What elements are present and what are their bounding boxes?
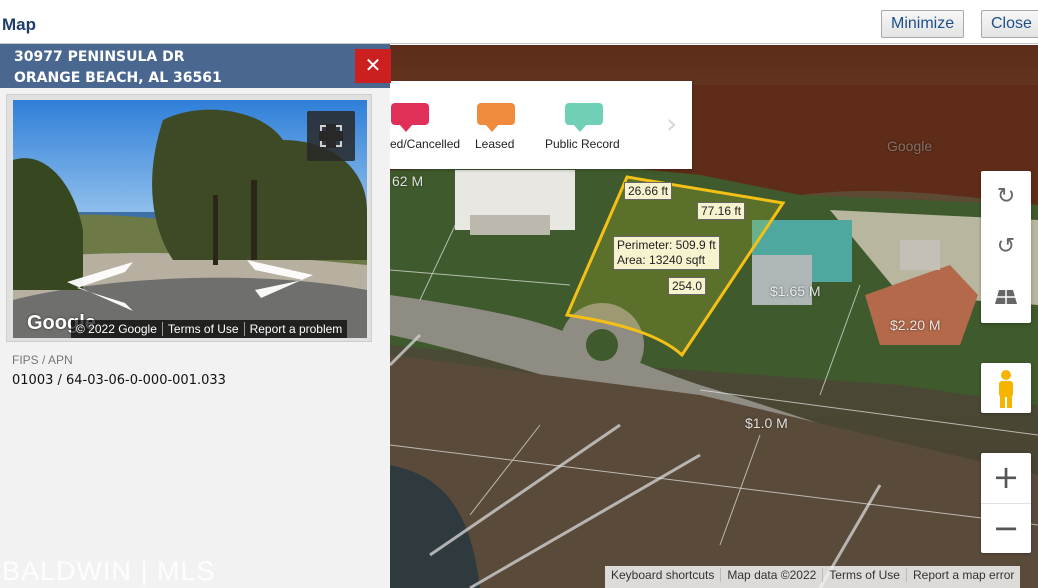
window-title: Map <box>2 15 36 34</box>
report-map-error-link[interactable]: Report a map error <box>907 568 1020 582</box>
terms-link[interactable]: Terms of Use <box>162 322 245 336</box>
legend-label: Public Record <box>545 137 620 151</box>
terms-link[interactable]: Terms of Use <box>823 568 907 582</box>
address-line-2: ORANGE BEACH, AL 36561 <box>14 70 222 86</box>
chevron-right-icon[interactable]: › <box>666 107 677 140</box>
rotate-counterclockwise-icon[interactable]: ↺ <box>981 223 1031 271</box>
fullscreen-icon[interactable] <box>307 111 355 161</box>
property-panel: 30977 PENINSULA DR ORANGE BEACH, AL 3656… <box>0 44 391 588</box>
report-problem-link[interactable]: Report a problem <box>245 322 348 336</box>
minimize-button[interactable]: Minimize <box>881 10 965 38</box>
edge-measure: 26.66 ft <box>624 182 673 200</box>
legend-label: Leased <box>475 137 515 151</box>
legend-marker-public-record <box>565 103 603 132</box>
rotate-tilt-controls: ↻ ↺ <box>981 171 1031 323</box>
status-legend: ed/Cancelled Leased Public Record › <box>390 81 692 169</box>
edge-measure: 77.16 ft <box>697 202 746 220</box>
legend-label: ed/Cancelled <box>390 137 461 151</box>
streetview-image[interactable]: Google © 2022 Google Terms of Use Report a… <box>13 100 367 338</box>
map-data-text: Map data ©2022 <box>721 568 824 582</box>
close-button[interactable]: Close <box>981 10 1038 38</box>
close-icon[interactable]: ✕ <box>355 49 391 83</box>
property-address: 30977 PENINSULA DR ORANGE BEACH, AL 3656… <box>0 44 390 88</box>
legend-marker-cancelled <box>391 103 429 132</box>
area-text: Area: 13240 sqft <box>617 253 706 267</box>
price-label[interactable]: $2.20 M <box>890 317 941 333</box>
zoom-out-button[interactable]: − <box>981 503 1031 553</box>
tilt-icon[interactable] <box>981 273 1031 321</box>
price-label[interactable]: $1.0 M <box>745 415 788 431</box>
streetview-frame: Google © 2022 Google Terms of Use Report a… <box>6 94 372 342</box>
fips-value: 01003 / 64-03-06-0-000-001.033 <box>12 373 226 388</box>
price-label[interactable]: $1.65 M <box>770 283 821 299</box>
area-measurement: Perimeter: 509.9 ft Area: 13240 sqft <box>613 236 720 270</box>
edge-measure: 254.0 <box>668 277 707 295</box>
perimeter-text: Perimeter: 509.9 ft <box>617 238 716 252</box>
baldwin-mls-watermark: BALDWIN | MLS <box>2 556 216 586</box>
legend-marker-leased <box>477 103 515 132</box>
window-header: Map Minimize Close <box>0 0 1038 44</box>
rotate-clockwise-icon[interactable]: ↻ <box>981 173 1031 221</box>
map-footer: Keyboard shortcuts Map data ©2022 Terms of… <box>605 566 1021 588</box>
map-watermark: Google <box>887 138 933 154</box>
copyright-text: © 2022 Google <box>71 322 163 336</box>
fips-label: FIPS / APN <box>12 353 73 367</box>
keyboard-shortcuts-link[interactable]: Keyboard shortcuts <box>605 568 722 582</box>
pegman-icon[interactable] <box>981 363 1031 413</box>
price-label[interactable]: 62 M <box>392 173 423 189</box>
zoom-controls: + − <box>981 453 1031 553</box>
address-line-1: 30977 PENINSULA DR <box>14 49 185 65</box>
streetview-credits: © 2022 Google Terms of Use Report a proble… <box>71 320 348 338</box>
zoom-in-button[interactable]: + <box>981 453 1031 503</box>
